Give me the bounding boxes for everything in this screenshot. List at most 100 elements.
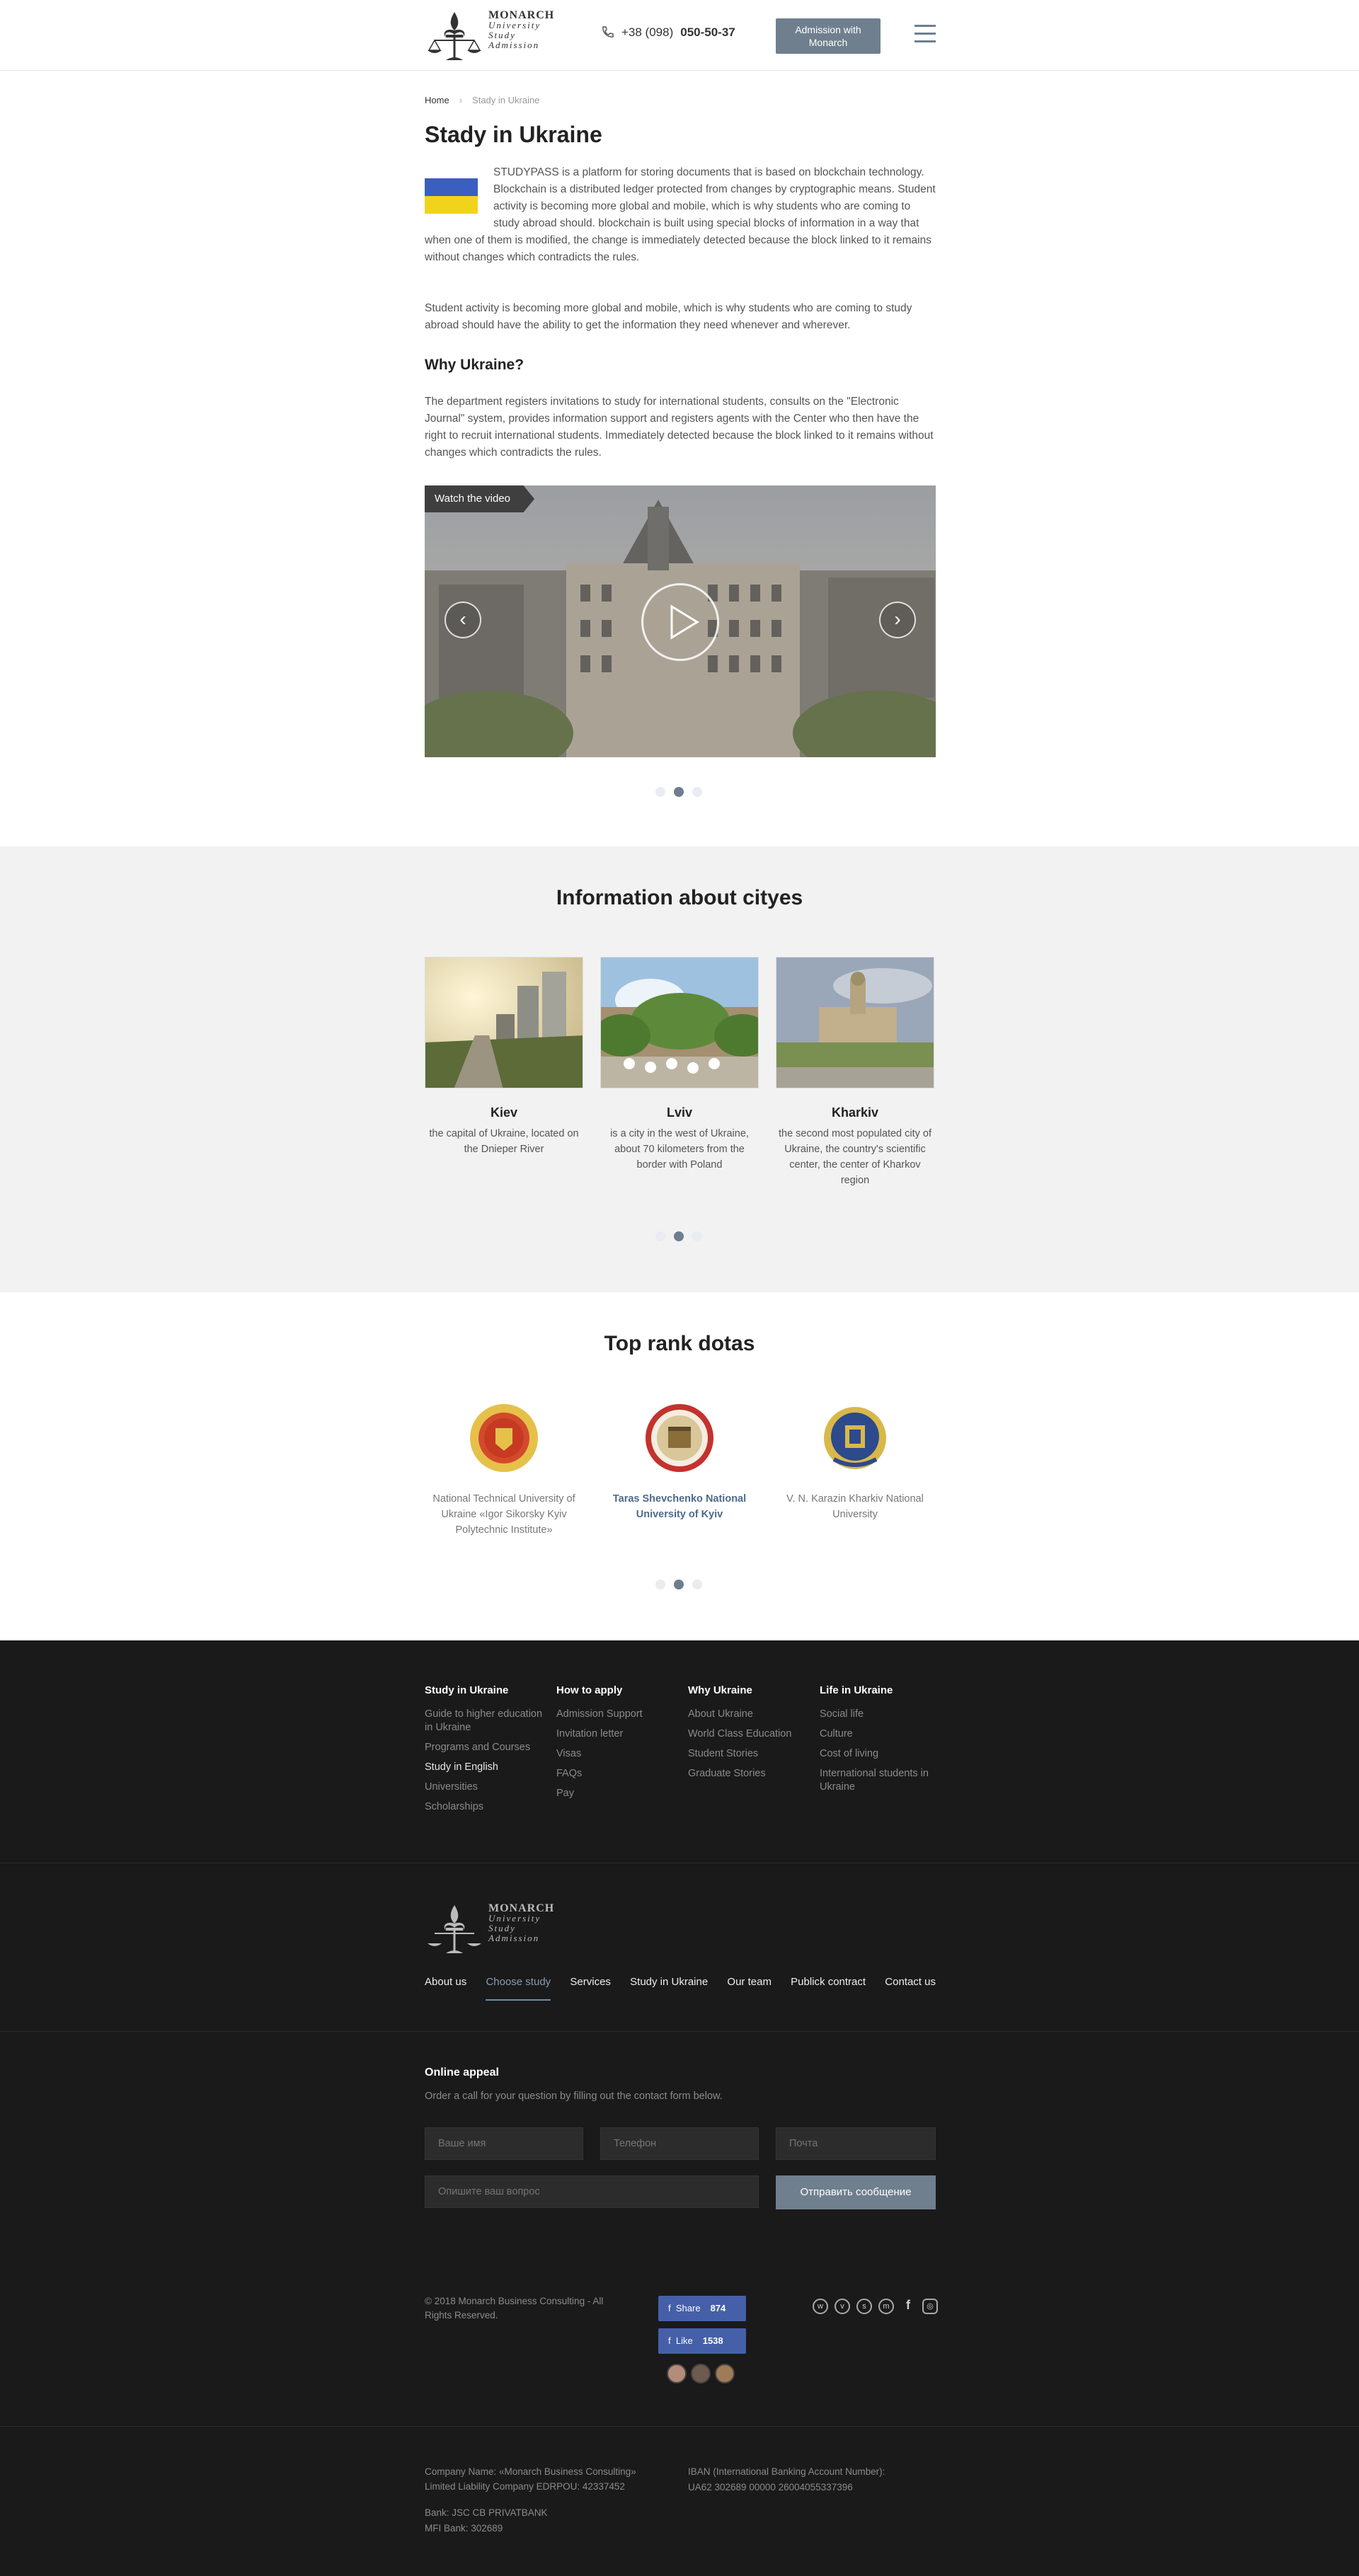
company-bank: Bank: JSC CB PRIVATBANK xyxy=(425,2507,548,2518)
footer-divider xyxy=(0,2031,1359,2032)
slider-dot-active[interactable] xyxy=(674,787,684,797)
logo-line-1: MONARCH xyxy=(488,1902,555,1914)
city-name: Kiev xyxy=(490,1105,518,1120)
cities-title: Information about cityes xyxy=(556,886,803,909)
menu-burger-icon[interactable] xyxy=(914,25,936,45)
footer-nav-item[interactable]: Contact us xyxy=(885,1976,936,2001)
slider-dot[interactable] xyxy=(655,1231,665,1241)
viber-icon[interactable]: v xyxy=(835,2299,850,2314)
slider-dot[interactable] xyxy=(655,1580,665,1589)
phone-icon xyxy=(602,26,614,38)
slider-dot[interactable] xyxy=(692,787,702,797)
fleur-de-lis-scales-icon xyxy=(428,12,481,60)
logo-line-1: MONARCH xyxy=(488,9,555,21)
company-name: Company Name: «Monarch Business Consulti… xyxy=(425,2466,636,2492)
slider-dot-active[interactable] xyxy=(674,1231,684,1241)
footer-link[interactable]: Graduate Stories xyxy=(688,1767,808,1781)
header-phone[interactable]: +38 (098) 050-50-37 xyxy=(600,25,735,40)
messenger-icon[interactable]: m xyxy=(878,2299,894,2314)
footer-column-title: Study in Ukraine xyxy=(425,1684,509,1696)
footer-nav-item[interactable]: Publick contract xyxy=(791,1976,866,2001)
city-name: Kharkiv xyxy=(831,1105,879,1120)
paragraph-department: The department registers invitations to … xyxy=(425,396,934,459)
footer-nav-item[interactable]: About us xyxy=(425,1976,466,2001)
iban-number: UA62 302689 00000 26004055337396 xyxy=(688,2482,853,2492)
skype-icon[interactable]: s xyxy=(856,2299,872,2314)
footer-link[interactable]: Social life xyxy=(820,1708,940,1721)
avatar[interactable] xyxy=(691,2364,711,2384)
footer-link[interactable]: Scholarships xyxy=(425,1800,545,1814)
footer-nav-item[interactable]: Study in Ukraine xyxy=(630,1976,708,2001)
city-card-kharkiv[interactable]: Kharkiv the second most populated city o… xyxy=(776,957,934,1188)
footer-link[interactable]: Invitation letter xyxy=(556,1727,677,1741)
paragraph-mobility: Student activity is becoming more global… xyxy=(425,302,912,331)
footer-link[interactable]: Visas xyxy=(556,1747,677,1761)
footer-column-apply: How to apply Admission Support Invitatio… xyxy=(556,1684,677,1807)
question-input[interactable] xyxy=(425,2175,759,2208)
prev-arrow-icon[interactable]: ‹ xyxy=(445,602,481,638)
breadcrumb-current: Stady in Ukraine xyxy=(472,95,540,105)
city-card-lviv[interactable]: Lviv is a city in the west of Ukraine, a… xyxy=(600,957,759,1173)
lviv-photo xyxy=(600,957,759,1088)
phone-input[interactable] xyxy=(600,2127,759,2160)
company-mfi: MFI Bank: 302689 xyxy=(425,2523,503,2534)
instagram-icon[interactable]: ◎ xyxy=(922,2299,938,2314)
slider-dot[interactable] xyxy=(655,787,665,797)
fleur-de-lis-scales-icon xyxy=(428,1905,481,1953)
university-card-knu[interactable]: Taras Shevchenko National University of … xyxy=(600,1403,759,1522)
whatsapp-icon[interactable]: w xyxy=(813,2299,828,2314)
site-header: MONARCH University Study Admission +38 (… xyxy=(0,0,1359,71)
city-desc: the capital of Ukraine, located on the D… xyxy=(429,1128,579,1155)
email-input[interactable] xyxy=(776,2127,936,2160)
footer-link[interactable]: Pay xyxy=(556,1787,677,1800)
why-ukraine-heading: Why Ukraine? xyxy=(425,357,524,373)
facebook-icon[interactable]: f xyxy=(900,2299,916,2314)
video-slider[interactable]: Watch the video ‹ › xyxy=(425,485,936,757)
play-icon[interactable] xyxy=(641,583,719,661)
breadcrumb: Home › Stady in Ukraine xyxy=(425,95,936,105)
next-arrow-icon[interactable]: › xyxy=(879,602,916,638)
footer-link[interactable]: Universities xyxy=(425,1781,545,1794)
cities-slider-dots xyxy=(655,1231,702,1241)
footer-link[interactable]: Programs and Courses xyxy=(425,1741,545,1754)
ukraine-flag-icon xyxy=(425,178,478,214)
intro-block: STUDYPASS is a platform for storing docu… xyxy=(425,164,936,266)
intro-text: STUDYPASS is a platform for storing docu… xyxy=(425,166,936,263)
footer-link[interactable]: International students in Ukraine xyxy=(820,1767,940,1794)
name-input[interactable] xyxy=(425,2127,583,2160)
footer-link[interactable]: About Ukraine xyxy=(688,1708,808,1721)
footer-link[interactable]: Guide to higher education in Ukraine xyxy=(425,1708,545,1735)
send-message-button[interactable]: Отправить сообщение xyxy=(776,2175,936,2209)
footer-link[interactable]: Admission Support xyxy=(556,1708,677,1721)
footer-link-active[interactable]: Study in English xyxy=(425,1761,545,1774)
footer-link[interactable]: Cost of living xyxy=(820,1747,940,1761)
fb-like-button[interactable]: f Like 1538 xyxy=(658,2328,746,2354)
site-footer xyxy=(0,1640,1359,2576)
footer-link[interactable]: Student Stories xyxy=(688,1747,808,1761)
avatar[interactable] xyxy=(715,2364,735,2384)
footer-link[interactable]: World Class Education xyxy=(688,1727,808,1741)
site-logo[interactable]: MONARCH University Study Admission xyxy=(425,9,559,62)
slider-dot-active[interactable] xyxy=(674,1580,684,1589)
footer-link[interactable]: Culture xyxy=(820,1727,940,1741)
breadcrumb-separator-icon: › xyxy=(459,95,463,105)
footer-nav-item-active[interactable]: Choose study xyxy=(486,1976,551,2001)
footer-link[interactable]: FAQs xyxy=(556,1767,677,1781)
footer-nav-item[interactable]: Our team xyxy=(727,1976,772,2001)
watch-video-label[interactable]: Watch the video xyxy=(425,485,534,512)
universities-slider-dots xyxy=(655,1580,702,1589)
karazin-seal-icon xyxy=(824,1407,886,1469)
fb-share-button[interactable]: f Share 874 xyxy=(658,2296,746,2321)
admission-button[interactable]: Admission with Monarch xyxy=(776,18,881,54)
footer-nav-item[interactable]: Services xyxy=(570,1976,611,2001)
share-label: Share xyxy=(675,2303,701,2313)
video-slider-dots xyxy=(655,787,702,797)
avatar[interactable] xyxy=(667,2364,687,2384)
footer-logo[interactable]: MONARCH University Study Admission xyxy=(425,1902,559,1955)
university-card-kpi[interactable]: National Technical University of Ukraine… xyxy=(425,1403,583,1538)
university-card-karazin[interactable]: V. N. Karazin Kharkiv National Universit… xyxy=(776,1403,934,1522)
slider-dot[interactable] xyxy=(692,1231,702,1241)
breadcrumb-home[interactable]: Home xyxy=(425,95,449,105)
city-card-kiev[interactable]: Kiev the capital of Ukraine, located on … xyxy=(425,957,583,1157)
slider-dot[interactable] xyxy=(692,1580,702,1589)
